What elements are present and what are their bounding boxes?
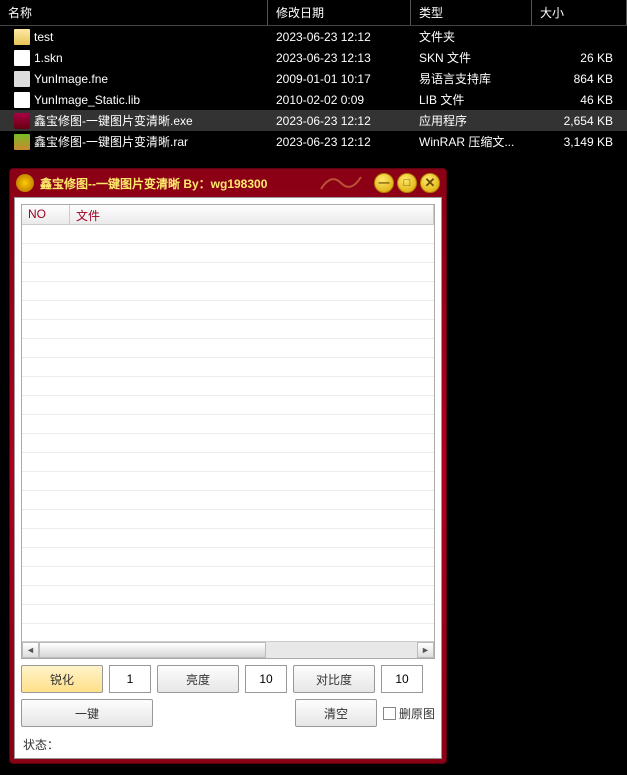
file-type: 易语言支持库 [411,70,532,87]
file-date: 2023-06-23 12:13 [268,51,411,65]
column-header-size[interactable]: 大小 [532,0,627,25]
file-size: 46 KB [532,93,627,107]
scroll-right-button[interactable]: ► [417,642,434,658]
horizontal-scrollbar[interactable]: ◄ ► [22,641,434,658]
file-size: 2,654 KB [532,114,627,128]
titlebar[interactable]: 鑫宝修图--一键图片变清晰 By：wg198300 — □ ✕ [10,169,446,197]
file-date: 2010-02-02 0:09 [268,93,411,107]
status-bar: 状态： [15,733,441,758]
file-type: 应用程序 [411,112,532,129]
checkbox-icon [383,707,396,720]
sharpen-value[interactable]: 1 [109,665,151,693]
file-name: YunImage_Static.lib [34,93,140,107]
explorer-rows: test2023-06-23 12:12文件夹1.skn2023-06-23 1… [0,26,627,152]
file-icon [14,92,30,108]
app-window: 鑫宝修图--一键图片变清晰 By：wg198300 — □ ✕ NO 文件 ◄ … [9,168,447,764]
contrast-value[interactable]: 10 [381,665,423,693]
file-date: 2023-06-23 12:12 [268,114,411,128]
scroll-thumb[interactable] [39,642,266,658]
file-name: 1.skn [34,51,63,65]
close-button[interactable]: ✕ [420,173,440,193]
brightness-value[interactable]: 10 [245,665,287,693]
file-date: 2009-01-01 10:17 [268,72,411,86]
controls-row-2: 一键 清空 删原图 [21,699,435,727]
file-type: 文件夹 [411,28,532,45]
file-explorer: 名称 修改日期 类型 大小 test2023-06-23 12:12文件夹1.s… [0,0,627,152]
file-type: WinRAR 压缩文... [411,133,532,150]
file-name-cell: test [0,29,268,45]
file-name-cell: YunImage.fne [0,71,268,87]
file-type: SKN 文件 [411,49,532,66]
clear-button[interactable]: 清空 [295,699,377,727]
list-header: NO 文件 [22,205,434,225]
folder-icon [14,29,30,45]
file-row[interactable]: 鑫宝修图-一键图片变清晰.exe 2023-06-23 12:12应用程序2,65… [0,110,627,131]
file-name: test [34,30,53,44]
scroll-track[interactable] [39,642,417,658]
file-name-cell: 鑫宝修图-一键图片变清晰.rar [0,133,268,150]
explorer-column-headers: 名称 修改日期 类型 大小 [0,0,627,26]
sharpen-button[interactable]: 锐化 [21,665,103,693]
file-name-cell: 鑫宝修图-一键图片变清晰.exe [0,112,268,129]
file-row[interactable]: YunImage_Static.lib 2010-02-02 0:09LIB 文件… [0,89,627,110]
delete-original-label: 删原图 [399,705,435,722]
file-name-cell: 1.skn [0,50,268,66]
column-header-date[interactable]: 修改日期 [268,0,411,25]
file-icon [14,50,30,66]
scroll-left-button[interactable]: ◄ [22,642,39,658]
file-name: 鑫宝修图-一键图片变清晰.exe [34,112,193,129]
minimize-button[interactable]: — [374,173,394,193]
list-rows-empty[interactable] [22,225,434,641]
list-header-file[interactable]: 文件 [70,205,434,224]
window-title: 鑫宝修图--一键图片变清晰 By：wg198300 [40,175,267,192]
file-size: 3,149 KB [532,135,627,149]
file-row[interactable]: test 2023-06-23 12:12文件夹 [0,26,627,47]
file-date: 2023-06-23 12:12 [268,135,411,149]
file-row[interactable]: 鑫宝修图-一键图片变清晰.rar 2023-06-23 12:12WinRAR 压… [0,131,627,152]
list-header-no[interactable]: NO [22,205,70,224]
brightness-button[interactable]: 亮度 [157,665,239,693]
window-controls: — □ ✕ [374,173,440,193]
rar-icon [14,134,30,150]
app-icon [16,174,34,192]
file-size: 26 KB [532,51,627,65]
file-name: YunImage.fne [34,72,108,86]
column-header-name[interactable]: 名称 [0,0,268,25]
exe-icon [14,113,30,129]
file-name-cell: YunImage_Static.lib [0,92,268,108]
app-body: NO 文件 ◄ ► 锐化 1 亮度 10 对比度 10 一键 [14,197,442,759]
column-header-type[interactable]: 类型 [411,0,532,25]
file-type: LIB 文件 [411,91,532,108]
delete-original-checkbox[interactable]: 删原图 [383,705,435,722]
onekey-button[interactable]: 一键 [21,699,153,727]
file-row[interactable]: 1.skn 2023-06-23 12:13SKN 文件26 KB [0,47,627,68]
file-list: NO 文件 ◄ ► [21,204,435,659]
lib-icon [14,71,30,87]
file-row[interactable]: YunImage.fne 2009-01-01 10:17易语言支持库864 KB [0,68,627,89]
file-name: 鑫宝修图-一键图片变清晰.rar [34,133,188,150]
contrast-button[interactable]: 对比度 [293,665,375,693]
controls-panel: 锐化 1 亮度 10 对比度 10 一键 清空 删原图 [15,659,441,733]
decoration-swirl-icon [316,171,366,195]
file-date: 2023-06-23 12:12 [268,30,411,44]
file-size: 864 KB [532,72,627,86]
controls-row-1: 锐化 1 亮度 10 对比度 10 [21,665,435,693]
maximize-button[interactable]: □ [397,173,417,193]
